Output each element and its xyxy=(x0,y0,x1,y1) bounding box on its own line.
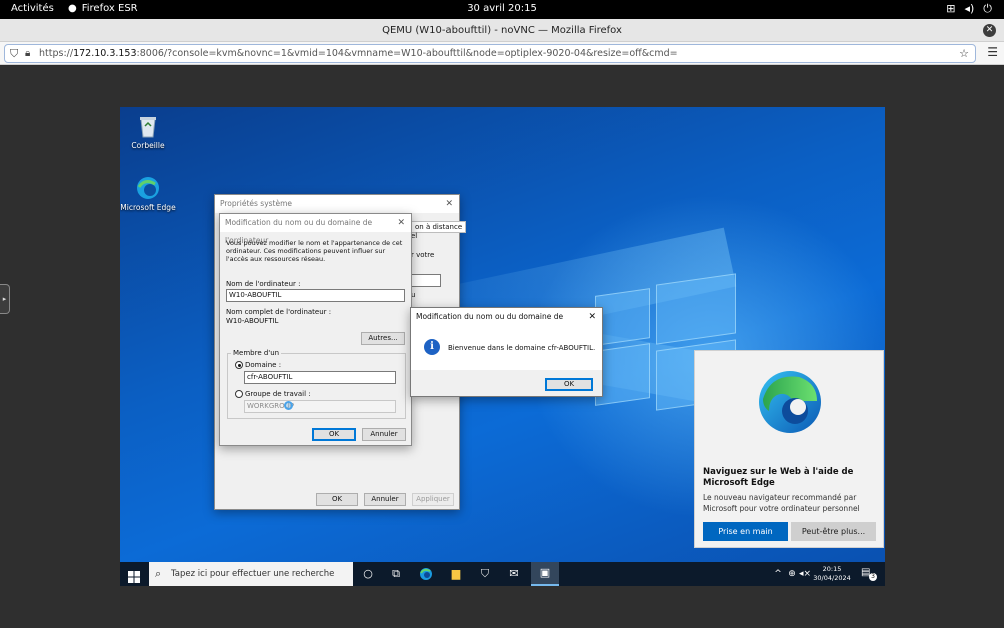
volume-icon: ◂) xyxy=(964,2,975,15)
gnome-clock[interactable]: 30 avril 20:15 xyxy=(0,3,1004,14)
domain-input[interactable]: cfr-ABOUFTIL xyxy=(244,371,396,384)
cancel-button[interactable]: Annuler xyxy=(364,493,406,506)
search-icon: ⌕ xyxy=(155,567,162,580)
taskbar-active-app[interactable]: ▣ xyxy=(531,562,559,586)
url-rest: :8006/?console=kvm&novnc=1&vmid=104&vmna… xyxy=(136,48,678,59)
recycle-bin-icon xyxy=(135,113,161,139)
search-placeholder: Tapez ici pour effectuer une recherche xyxy=(171,569,335,579)
windows-logo-pane xyxy=(595,288,650,346)
url-bar[interactable]: ⛉ 🔒︎ https://172.10.3.153:8006/?console=… xyxy=(4,44,976,63)
membership-legend: Membre d'un xyxy=(231,349,282,357)
computer-name-input[interactable]: W10-ABOUFTIL xyxy=(226,289,405,302)
workgroup-radio[interactable] xyxy=(235,390,243,398)
intro-text: Vous pouvez modifier le nom et l'apparte… xyxy=(226,239,403,263)
windows-logo-pane xyxy=(595,343,650,406)
bookmark-star-icon[interactable]: ☆ xyxy=(959,45,969,62)
dialog-title-bar: Modification du nom ou du domaine de l'o… xyxy=(220,214,411,245)
welcome-message-dialog: Modification du nom ou du domaine de l'o… xyxy=(410,307,603,397)
desktop-icon-edge[interactable]: Microsoft Edge xyxy=(120,175,176,212)
system-properties-icon: ▣ xyxy=(539,566,551,579)
dialog-title: Propriétés système xyxy=(220,199,293,208)
edge-promo-panel: Naviguez sur le Web à l'aide de Microsof… xyxy=(694,350,884,548)
workgroup-label: Groupe de travail : xyxy=(245,390,311,398)
url-prefix: https:// xyxy=(39,48,74,59)
firefox-title-bar: QEMU (W10-aboufttil) - noVNC — Mozilla F… xyxy=(0,19,1004,42)
desktop-icon-label: Microsoft Edge xyxy=(120,203,176,212)
domain-radio[interactable] xyxy=(235,361,243,369)
power-icon: ⏻ xyxy=(983,2,992,15)
hamburger-menu-icon[interactable]: ☰ xyxy=(987,45,998,59)
network-icon: ⊞ xyxy=(946,2,956,15)
file-explorer-icon[interactable]: ▆ xyxy=(448,566,464,582)
edge-logo-icon xyxy=(757,369,823,435)
maybe-later-button[interactable]: Peut-être plus... xyxy=(791,522,876,541)
firefox-nav-bar: ⛉ 🔒︎ https://172.10.3.153:8006/?console=… xyxy=(0,42,1004,65)
full-name-label: Nom complet de l'ordinateur : xyxy=(226,308,332,316)
edge-promo-heading: Naviguez sur le Web à l'aide de Microsof… xyxy=(703,467,854,488)
dialog-title-bar: Propriétés système ✕ xyxy=(215,195,459,213)
rename-computer-dialog: Modification du nom ou du domaine de l'o… xyxy=(219,213,412,446)
taskbar-search-box[interactable]: ⌕ Tapez ici pour effectuer une recherche xyxy=(149,562,353,586)
store-icon[interactable]: ⛉ xyxy=(477,566,493,582)
notification-count: 3 xyxy=(869,573,877,581)
tab-remote[interactable]: on à distance xyxy=(411,221,467,233)
windows-taskbar: ⌕ Tapez ici pour effectuer une recherche… xyxy=(120,562,885,586)
busy-cursor-icon xyxy=(284,401,293,410)
get-started-button[interactable]: Prise en main xyxy=(703,522,788,541)
task-view-icon[interactable]: ⧉ xyxy=(388,566,404,582)
dialog-title-bar: Modification du nom ou du domaine de l'o… xyxy=(411,308,602,339)
lock-icon[interactable]: 🔒︎ xyxy=(25,45,30,62)
partial-text: r votre xyxy=(411,251,435,259)
url-host: 172.10.3.153 xyxy=(73,48,137,59)
gnome-top-bar: Activités ● Firefox ESR 30 avril 20:15 ⊞… xyxy=(0,0,1004,19)
shield-icon[interactable]: ⛉ xyxy=(10,45,18,62)
welcome-message: Bienvenue dans le domaine cfr-ABOUFTIL. xyxy=(448,344,596,352)
edge-icon xyxy=(135,175,161,201)
windows-logo-pane xyxy=(656,273,736,345)
domain-label: Domaine : xyxy=(245,361,282,369)
system-tray[interactable]: ⊞ ◂) ⏻ xyxy=(946,2,992,16)
partial-field xyxy=(411,274,441,287)
cortana-icon[interactable]: ○ xyxy=(360,566,376,582)
taskbar-clock[interactable]: 20:15 30/04/2024 xyxy=(810,565,854,583)
taskbar-date: 30/04/2024 xyxy=(813,574,851,582)
ok-button[interactable]: OK xyxy=(545,378,593,391)
window-close-button[interactable]: ✕ xyxy=(983,24,996,37)
workgroup-input[interactable]: WORKGROUP xyxy=(244,400,396,413)
ok-button[interactable]: OK xyxy=(312,428,356,441)
novnc-control-bar-handle[interactable]: ▸ xyxy=(0,284,10,314)
close-icon[interactable]: ✕ xyxy=(445,195,453,213)
window-title: QEMU (W10-aboufttil) - noVNC — Mozilla F… xyxy=(382,25,622,36)
cancel-button[interactable]: Annuler xyxy=(362,428,406,441)
windows-start-icon[interactable] xyxy=(128,568,140,583)
mail-icon[interactable]: ✉ xyxy=(506,566,522,582)
full-name-value: W10-ABOUFTIL xyxy=(226,317,279,325)
apply-button[interactable]: Appliquer xyxy=(412,493,454,506)
close-icon[interactable]: ✕ xyxy=(588,308,596,326)
edge-promo-body: Le nouveau navigateur recommandé par Mic… xyxy=(703,493,860,513)
edge-taskbar-icon[interactable] xyxy=(418,566,434,582)
computer-name-label: Nom de l'ordinateur : xyxy=(226,280,301,288)
info-icon: i xyxy=(424,339,440,355)
desktop-icon-label: Corbeille xyxy=(131,141,165,150)
close-icon[interactable]: ✕ xyxy=(397,214,405,232)
notification-center-icon[interactable]: ▤ 3 xyxy=(861,567,877,581)
taskbar-time: 20:15 xyxy=(822,565,842,573)
ok-button[interactable]: OK xyxy=(316,493,358,506)
more-button[interactable]: Autres... xyxy=(361,332,405,345)
desktop-icon-recycle-bin[interactable]: Corbeille xyxy=(120,113,176,150)
